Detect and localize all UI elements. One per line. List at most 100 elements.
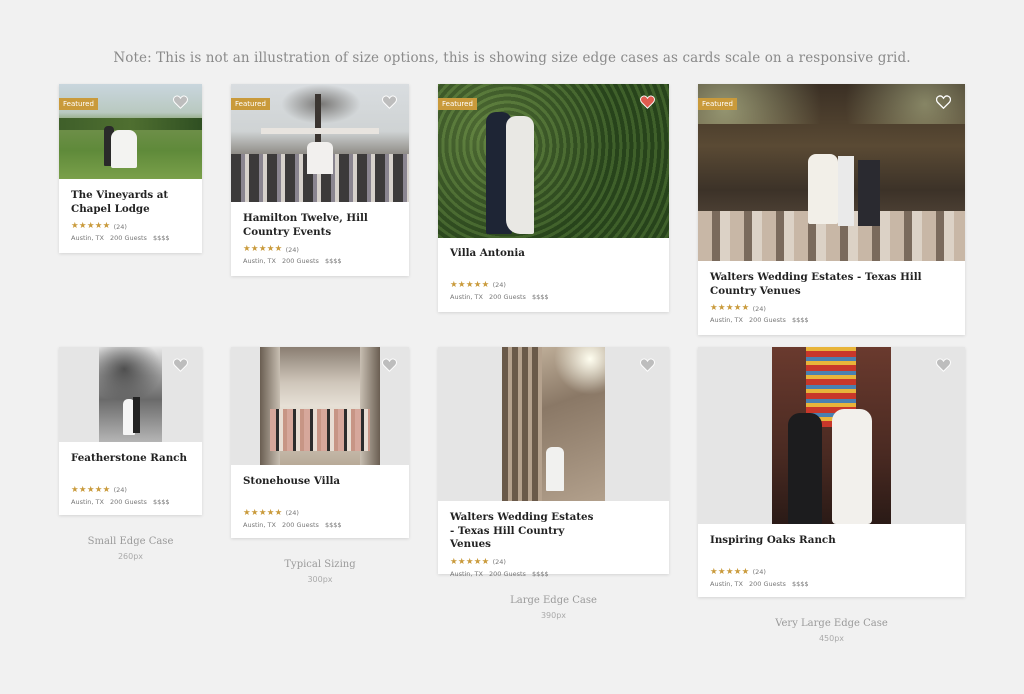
price-level: $$$$ — [324, 520, 342, 529]
featured-badge: Featured — [231, 98, 270, 110]
guest-capacity: 200 Guests — [488, 292, 526, 301]
favorite-heart-icon[interactable] — [640, 358, 655, 372]
column-size: 260px — [117, 552, 144, 561]
price-level: $$$$ — [531, 292, 549, 301]
rating-stars-icon: ★★★★★ — [450, 279, 490, 290]
favorite-heart-icon[interactable] — [173, 358, 188, 372]
review-count: (24) — [492, 558, 506, 566]
location: Austin, TX — [450, 569, 483, 578]
venue-meta: Austin, TX 200 Guests $$$$ — [450, 293, 657, 301]
rating-stars-icon: ★★★★★ — [71, 484, 111, 495]
rating-stars-icon: ★★★★★ — [710, 303, 750, 313]
venue-photo[interactable] — [698, 347, 965, 524]
favorite-heart-icon[interactable] — [173, 95, 188, 109]
rating-stars-icon: ★★★★★ — [710, 566, 750, 577]
venue-title[interactable]: Hamilton Twelve, Hill Country Events — [243, 212, 403, 239]
price-level: $$$$ — [152, 234, 170, 242]
rating-row: ★★★★★ (24) — [450, 556, 657, 567]
page-note: Note: This is not an illustration of siz… — [113, 50, 911, 66]
guest-capacity: 200 Guests — [488, 569, 526, 578]
venue-title[interactable]: Walters Wedding Estates - Texas Hill Cou… — [710, 271, 953, 298]
guest-capacity: 200 Guests — [281, 257, 319, 265]
rating-row: ★★★★★ (24) — [71, 484, 190, 495]
venue-title[interactable]: Inspiring Oaks Ranch — [710, 534, 953, 548]
guest-capacity: 200 Guests — [748, 316, 786, 324]
venue-photo[interactable]: Featured — [59, 84, 202, 179]
location: Austin, TX — [243, 520, 276, 529]
rating-row: ★★★★★ (24) — [710, 566, 953, 577]
venue-meta: Austin, TX 200 Guests $$$$ — [710, 580, 953, 588]
rating-row: ★★★★★ (24) — [710, 304, 953, 313]
venue-card-stonehouse[interactable]: Stonehouse Villa ★★★★★ (24) Austin, TX 20… — [231, 347, 409, 538]
rating-row: ★★★★★ (24) — [450, 279, 657, 290]
favorite-heart-icon[interactable] — [382, 95, 397, 109]
rating-stars-icon: ★★★★★ — [71, 221, 111, 231]
column-label: Very Large Edge Case — [775, 618, 888, 629]
location: Austin, TX — [71, 234, 104, 242]
guest-capacity: 200 Guests — [109, 497, 147, 506]
guest-capacity: 200 Guests — [281, 520, 319, 529]
venue-meta: Austin, TX 200 Guests $$$$ — [243, 521, 397, 529]
venue-meta: Austin, TX 200 Guests $$$$ — [450, 570, 657, 578]
venue-meta: Austin, TX 200 Guests $$$$ — [71, 498, 190, 506]
venue-title[interactable]: Villa Antonia — [450, 247, 657, 261]
venue-title[interactable]: Stonehouse Villa — [243, 475, 397, 489]
venue-photo[interactable] — [438, 347, 669, 501]
review-count: (24) — [113, 222, 127, 231]
review-count: (24) — [752, 568, 766, 576]
favorite-heart-icon[interactable] — [640, 95, 655, 109]
rating-row: ★★★★★ (24) — [243, 507, 397, 518]
venue-card-walters-bottom[interactable]: Walters Wedding Estates - Texas Hill Cou… — [438, 347, 669, 578]
venue-title[interactable]: The Vineyards at Chapel Lodge — [71, 189, 171, 216]
location: Austin, TX — [243, 257, 276, 265]
venue-card-vineyards[interactable]: Featured The Vineyards at Chapel Lodge ★… — [59, 84, 202, 253]
column-label: Typical Sizing — [284, 559, 356, 570]
column-size: 300px — [307, 575, 333, 584]
location: Austin, TX — [450, 292, 483, 301]
review-count: (24) — [285, 509, 299, 517]
price-level: $$$$ — [791, 579, 809, 588]
review-count: (24) — [492, 281, 506, 289]
column-label: Small Edge Case — [87, 536, 174, 547]
review-count: (24) — [113, 486, 127, 494]
favorite-heart-icon[interactable] — [936, 358, 951, 372]
venue-card-hamilton[interactable]: Featured Hamilton Twelve, Hill Country E… — [231, 84, 409, 276]
location: Austin, TX — [71, 497, 104, 506]
venue-card-featherstone[interactable]: Featherstone Ranch ★★★★★ (24) Austin, TX… — [59, 347, 202, 515]
venue-meta: Austin, TX 200 Guests $$$$ — [243, 257, 397, 265]
column-size: 390px — [540, 611, 567, 620]
venue-meta: Austin, TX 200 Guests $$$$ — [71, 234, 190, 242]
review-count: (24) — [285, 245, 299, 254]
venue-card-walters-top[interactable]: Featured Walters Wedding Estates - Texas… — [698, 84, 965, 335]
featured-badge: Featured — [438, 98, 477, 110]
location: Austin, TX — [710, 316, 743, 324]
venue-card-villa-antonia[interactable]: Featured Villa Antonia ★★★★★ (24) Austin… — [438, 84, 669, 312]
price-level: $$$$ — [152, 497, 170, 506]
venue-photo[interactable]: Featured — [438, 84, 669, 238]
rating-stars-icon: ★★★★★ — [450, 556, 490, 567]
rating-row: ★★★★★ (24) — [243, 245, 397, 254]
guest-capacity: 200 Guests — [748, 579, 786, 588]
location: Austin, TX — [710, 579, 743, 588]
venue-title[interactable]: Walters Wedding Estates - Texas Hill Cou… — [450, 511, 600, 552]
venue-photo[interactable]: Featured — [231, 84, 409, 202]
rating-stars-icon: ★★★★★ — [243, 507, 283, 518]
favorite-heart-icon[interactable] — [382, 358, 397, 372]
column-size: 450px — [818, 634, 845, 643]
featured-badge: Featured — [698, 98, 737, 110]
price-level: $$$$ — [531, 569, 549, 578]
price-level: $$$$ — [791, 316, 809, 324]
featured-badge: Featured — [59, 98, 98, 110]
review-count: (24) — [752, 304, 766, 313]
venue-photo[interactable] — [59, 347, 202, 442]
venue-meta: Austin, TX 200 Guests $$$$ — [710, 316, 953, 324]
price-level: $$$$ — [324, 257, 342, 265]
venue-photo[interactable] — [231, 347, 409, 465]
venue-photo[interactable]: Featured — [698, 84, 965, 261]
venue-card-inspiring-oaks[interactable]: Inspiring Oaks Ranch ★★★★★ (24) Austin, … — [698, 347, 965, 597]
rating-stars-icon: ★★★★★ — [243, 244, 283, 254]
guest-capacity: 200 Guests — [109, 234, 147, 242]
venue-title[interactable]: Featherstone Ranch — [71, 452, 190, 466]
column-label: Large Edge Case — [510, 595, 597, 606]
favorite-heart-icon[interactable] — [936, 95, 951, 109]
